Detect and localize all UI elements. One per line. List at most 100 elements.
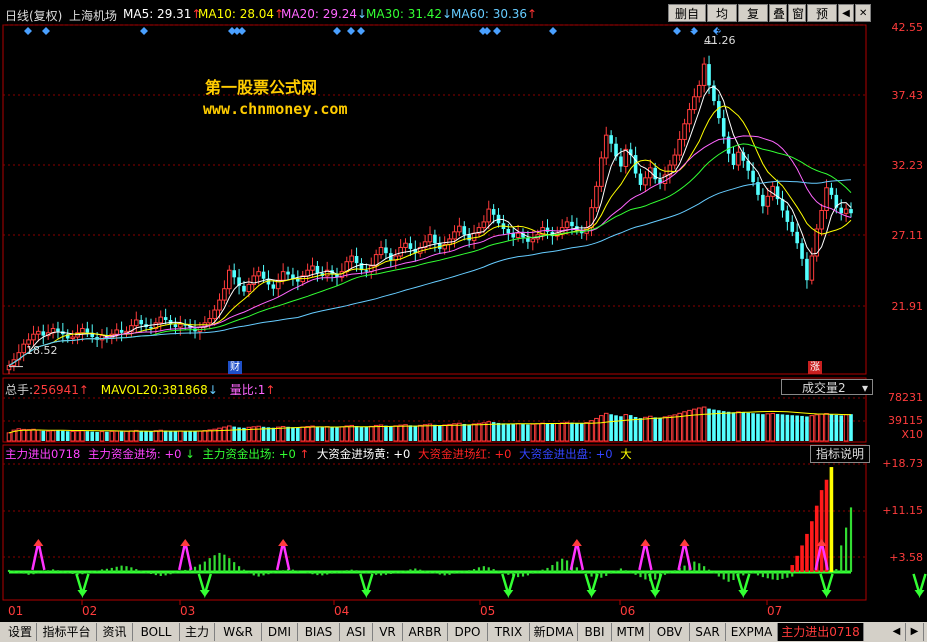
candle-down bbox=[619, 156, 623, 167]
indicator-green-bar bbox=[443, 571, 446, 576]
overlay-button[interactable]: 叠 bbox=[769, 4, 787, 22]
candle-down bbox=[785, 210, 790, 222]
tab-bbi[interactable]: BBI bbox=[578, 623, 612, 641]
sell-signal-icon bbox=[821, 589, 832, 597]
volume-bar-up bbox=[701, 406, 707, 442]
event-marker bbox=[493, 27, 501, 35]
tab-asi[interactable]: ASI bbox=[340, 623, 373, 641]
indicator-green-bar bbox=[624, 570, 627, 572]
volume-bar-up bbox=[373, 424, 379, 442]
tab-vr[interactable]: VR bbox=[373, 623, 403, 641]
volume-bar-up bbox=[344, 425, 350, 442]
tab-main-flow-0718[interactable]: 主力进出0718 bbox=[778, 623, 864, 641]
indicator-tick: +18.73 bbox=[882, 457, 923, 470]
close-icon[interactable]: ✕ bbox=[855, 4, 871, 22]
price-tick: 27.11 bbox=[891, 229, 924, 242]
prev-arrow-icon[interactable]: ◀ bbox=[888, 623, 906, 641]
indicator-green-bar bbox=[712, 571, 716, 574]
event-marker bbox=[42, 27, 50, 35]
prev-icon[interactable]: ◀ bbox=[838, 4, 854, 22]
indicator-green-bar bbox=[639, 571, 642, 578]
volume-bar-up bbox=[50, 430, 56, 442]
indicator-green-bar bbox=[619, 568, 623, 572]
candle-up bbox=[280, 271, 286, 281]
candle-down bbox=[271, 284, 276, 289]
finance-marker[interactable]: 财 bbox=[228, 361, 242, 374]
volume-bar-down bbox=[790, 415, 795, 441]
buy-signal-icon bbox=[31, 541, 46, 571]
tab-bias[interactable]: BIAS bbox=[298, 623, 340, 641]
indicator-green-bar bbox=[174, 571, 177, 574]
next-arrow-icon[interactable]: ▶ bbox=[906, 623, 924, 641]
tab-news[interactable]: 资讯 bbox=[97, 623, 133, 641]
tab-indicator-platform[interactable]: 指标平台 bbox=[37, 623, 97, 641]
tab-wr[interactable]: W&R bbox=[215, 623, 262, 641]
buy-signal-icon bbox=[278, 538, 289, 546]
candle-up bbox=[594, 185, 599, 209]
candle-up bbox=[21, 343, 26, 354]
ma-button[interactable]: 均线 bbox=[707, 4, 737, 39]
indicator-green-bar bbox=[644, 571, 647, 580]
volume-bar-up bbox=[564, 421, 570, 442]
indicator-green-bar bbox=[384, 571, 388, 575]
volume-bar-up bbox=[339, 426, 345, 442]
volume-indicator-select[interactable]: 成交量2 ▾ bbox=[781, 379, 873, 395]
volume-bar-up bbox=[770, 412, 775, 442]
tab-main-force[interactable]: 主力 bbox=[180, 623, 215, 641]
indicator-help-button[interactable]: 指标说明 bbox=[810, 445, 870, 463]
indicator-green-bar bbox=[409, 569, 412, 572]
indicator-red-bar bbox=[795, 555, 799, 572]
indicator-green-bar bbox=[536, 571, 539, 573]
candle-up bbox=[819, 210, 824, 230]
tab-sar[interactable]: SAR bbox=[690, 623, 726, 641]
volume-bar-up bbox=[349, 424, 354, 442]
candle-up bbox=[80, 328, 85, 334]
indicator-green-bar bbox=[272, 571, 275, 574]
volume-bar-up bbox=[300, 426, 306, 442]
indicator-red-bar bbox=[819, 490, 824, 572]
indicator-legend: 主力进出0718 主力资金进场: +0 ↓ 主力资金出场: +0 ↑ 大资金进场… bbox=[5, 447, 632, 461]
volume-bar-up bbox=[178, 430, 183, 442]
buy-signal-icon bbox=[679, 538, 690, 546]
indicator-green-bar bbox=[840, 545, 843, 572]
indicator-green-bar bbox=[698, 563, 701, 572]
price-tick: 21.91 bbox=[891, 300, 924, 313]
tab-dmi[interactable]: DMI bbox=[262, 623, 298, 641]
volume-bar-down bbox=[614, 415, 618, 441]
adjust-button[interactable]: 复权 bbox=[738, 4, 768, 39]
volume-legend: 总手:256941↑ MAVOL20:381868↓ 量比:1↑ bbox=[5, 383, 276, 397]
candle-down bbox=[800, 243, 804, 259]
forecast-button[interactable]: 预测 bbox=[807, 4, 837, 39]
tab-arbr[interactable]: ARBR bbox=[403, 623, 448, 641]
indicator-green-bar bbox=[453, 571, 456, 574]
window-button[interactable]: 窗 bbox=[788, 4, 806, 22]
limit-up-marker[interactable]: 涨 bbox=[808, 361, 822, 374]
tab-obv[interactable]: OBV bbox=[650, 623, 690, 641]
tab-boll[interactable]: BOLL bbox=[133, 623, 180, 641]
tab-mtm[interactable]: MTM bbox=[612, 623, 650, 641]
volume-bar-up bbox=[305, 425, 310, 442]
indicator-green-bar bbox=[184, 569, 187, 572]
tab-settings[interactable]: 设置 bbox=[4, 623, 37, 641]
candle-down bbox=[261, 271, 266, 279]
candle-up bbox=[217, 299, 222, 311]
indicator-green-bar bbox=[17, 571, 20, 573]
candle-down bbox=[731, 153, 736, 166]
tab-expma[interactable]: EXPMA bbox=[726, 623, 778, 641]
tab-new-dma[interactable]: 新DMA bbox=[530, 623, 578, 641]
tab-trix[interactable]: TRIX bbox=[488, 623, 530, 641]
volume-tick: 39115 bbox=[888, 414, 923, 427]
volume-bar-up bbox=[515, 423, 521, 442]
volume-bar-up bbox=[99, 431, 105, 442]
remove-watchlist-button[interactable]: 删自选 bbox=[668, 4, 706, 39]
indicator-green-bar bbox=[262, 571, 265, 576]
indicator-green-bar bbox=[61, 571, 64, 573]
volume-bar-down bbox=[638, 418, 643, 441]
indicator-green-bar bbox=[291, 569, 295, 572]
indicator-tick: +3.58 bbox=[889, 551, 923, 564]
volume-bar-up bbox=[736, 411, 741, 442]
volume-bar-up bbox=[442, 424, 447, 442]
candle-up bbox=[692, 96, 697, 111]
tab-dpo[interactable]: DPO bbox=[448, 623, 488, 641]
candle-up bbox=[599, 157, 604, 187]
